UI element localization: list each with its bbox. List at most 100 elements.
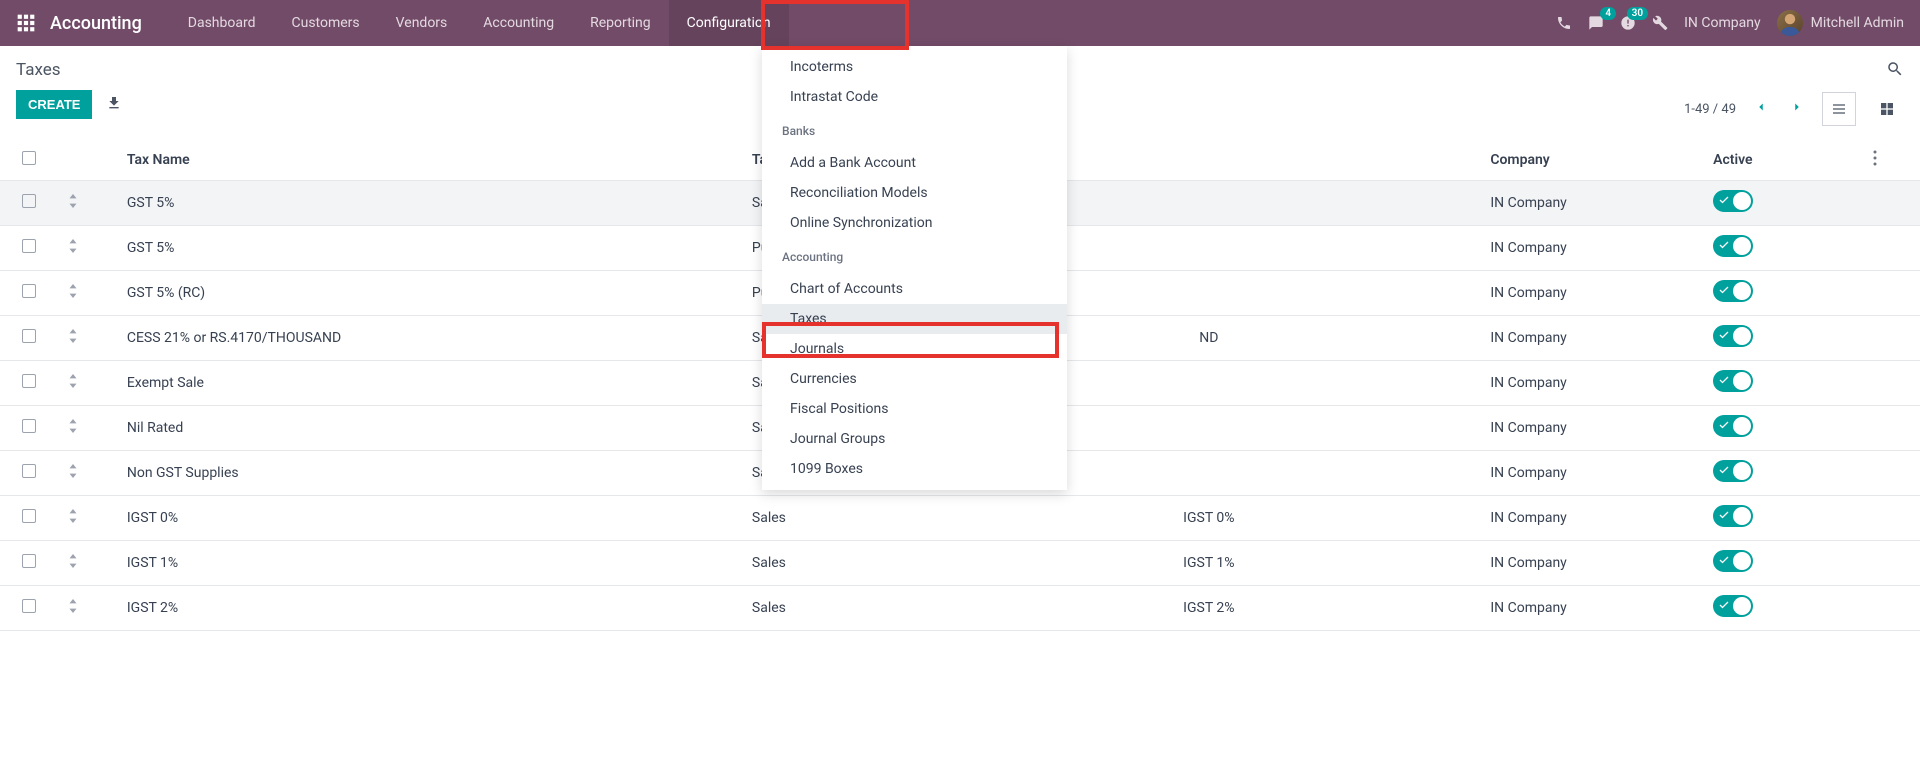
dd-item-online-sync[interactable]: Online Synchronization <box>762 208 1067 238</box>
cell-company: IN Company <box>1482 271 1701 316</box>
row-checkbox[interactable] <box>22 509 36 523</box>
row-checkbox[interactable] <box>22 374 36 388</box>
top-navbar: Accounting Dashboard Customers Vendors A… <box>0 0 1920 46</box>
tools-icon[interactable] <box>1652 15 1668 31</box>
row-checkbox[interactable] <box>22 239 36 253</box>
th-tax-name[interactable]: Tax Name <box>115 140 744 181</box>
cell-tax-name: GST 5% (RC) <box>115 271 744 316</box>
drag-handle-icon[interactable] <box>68 331 78 347</box>
cell-tax-scope: IGST 0% <box>935 496 1482 541</box>
cell-tax-type: Sales <box>744 541 935 586</box>
search-icon[interactable] <box>1886 60 1904 82</box>
row-checkbox[interactable] <box>22 599 36 613</box>
nav-dashboard[interactable]: Dashboard <box>170 0 274 46</box>
drag-handle-icon[interactable] <box>68 601 78 617</box>
cell-company: IN Company <box>1482 181 1701 226</box>
download-icon[interactable] <box>106 95 122 115</box>
messages-icon[interactable]: 4 <box>1588 15 1604 31</box>
row-checkbox[interactable] <box>22 194 36 208</box>
cell-tax-name: IGST 1% <box>115 541 744 586</box>
cell-company: IN Company <box>1482 316 1701 361</box>
dd-item-1099-boxes[interactable]: 1099 Boxes <box>762 454 1067 484</box>
row-checkbox[interactable] <box>22 464 36 478</box>
column-options-icon[interactable] <box>1873 154 1877 170</box>
drag-handle-icon[interactable] <box>68 376 78 392</box>
active-toggle[interactable] <box>1713 505 1753 527</box>
row-checkbox[interactable] <box>22 329 36 343</box>
kanban-view-button[interactable] <box>1870 92 1904 126</box>
create-button[interactable]: CREATE <box>16 90 92 119</box>
dd-item-chart-of-accounts[interactable]: Chart of Accounts <box>762 274 1067 304</box>
nav-menu: Dashboard Customers Vendors Accounting R… <box>170 0 789 46</box>
dd-item-journal-groups[interactable]: Journal Groups <box>762 424 1067 454</box>
activities-icon[interactable]: 30 <box>1620 15 1636 31</box>
apps-icon[interactable] <box>16 13 36 33</box>
cell-tax-name: GST 5% <box>115 181 744 226</box>
dd-item-journals[interactable]: Journals <box>762 334 1067 364</box>
row-checkbox[interactable] <box>22 554 36 568</box>
user-name: Mitchell Admin <box>1811 15 1904 31</box>
dd-item-taxes[interactable]: Taxes <box>762 304 1067 334</box>
cell-tax-scope: IGST 2% <box>935 586 1482 631</box>
dd-item-reconciliation-models[interactable]: Reconciliation Models <box>762 178 1067 208</box>
active-toggle[interactable] <box>1713 370 1753 392</box>
row-checkbox[interactable] <box>22 419 36 433</box>
drag-handle-icon[interactable] <box>68 466 78 482</box>
th-company[interactable]: Company <box>1482 140 1701 181</box>
drag-handle-icon[interactable] <box>68 196 78 212</box>
drag-handle-icon[interactable] <box>68 421 78 437</box>
messages-badge: 4 <box>1600 7 1616 20</box>
drag-handle-icon[interactable] <box>68 511 78 527</box>
active-toggle[interactable] <box>1713 415 1753 437</box>
select-all-checkbox[interactable] <box>22 151 36 165</box>
dd-item-add-bank-account[interactable]: Add a Bank Account <box>762 148 1067 178</box>
dd-header-accounting: Accounting <box>762 244 1067 268</box>
table-row[interactable]: IGST 1%SalesIGST 1%IN Company <box>0 541 1920 586</box>
active-toggle[interactable] <box>1713 190 1753 212</box>
nav-accounting[interactable]: Accounting <box>465 0 572 46</box>
configuration-dropdown: Incoterms Intrastat Code Banks Add a Ban… <box>762 46 1067 490</box>
cell-company: IN Company <box>1482 496 1701 541</box>
pager-next[interactable] <box>1786 96 1808 122</box>
cell-tax-name: IGST 2% <box>115 586 744 631</box>
active-toggle[interactable] <box>1713 235 1753 257</box>
pager-prev[interactable] <box>1750 96 1772 122</box>
drag-handle-icon[interactable] <box>68 286 78 302</box>
cell-tax-name: IGST 0% <box>115 496 744 541</box>
dd-item-intrastat-code[interactable]: Intrastat Code <box>762 82 1067 112</box>
row-checkbox[interactable] <box>22 284 36 298</box>
company-selector[interactable]: IN Company <box>1684 15 1760 31</box>
user-menu[interactable]: Mitchell Admin <box>1777 10 1904 36</box>
nav-vendors[interactable]: Vendors <box>378 0 466 46</box>
breadcrumb: Taxes <box>16 60 122 80</box>
pager-counter[interactable]: 1-49 / 49 <box>1684 102 1736 117</box>
app-brand[interactable]: Accounting <box>50 13 142 34</box>
nav-configuration[interactable]: Configuration <box>669 0 789 46</box>
phone-icon[interactable] <box>1556 15 1572 31</box>
dd-item-fiscal-positions[interactable]: Fiscal Positions <box>762 394 1067 424</box>
cell-tax-name: Exempt Sale <box>115 361 744 406</box>
dd-item-currencies[interactable]: Currencies <box>762 364 1067 394</box>
cell-company: IN Company <box>1482 226 1701 271</box>
active-toggle[interactable] <box>1713 280 1753 302</box>
active-toggle[interactable] <box>1713 325 1753 347</box>
table-row[interactable]: IGST 0%SalesIGST 0%IN Company <box>0 496 1920 541</box>
drag-handle-icon[interactable] <box>68 556 78 572</box>
th-active[interactable]: Active <box>1701 140 1865 181</box>
drag-handle-icon[interactable] <box>68 241 78 257</box>
activities-badge: 30 <box>1627 7 1648 20</box>
cell-company: IN Company <box>1482 541 1701 586</box>
active-toggle[interactable] <box>1713 595 1753 617</box>
dd-item-incoterms[interactable]: Incoterms <box>762 52 1067 82</box>
list-view-button[interactable] <box>1822 92 1856 126</box>
cell-company: IN Company <box>1482 451 1701 496</box>
cell-tax-name: Nil Rated <box>115 406 744 451</box>
cell-company: IN Company <box>1482 406 1701 451</box>
nav-customers[interactable]: Customers <box>274 0 378 46</box>
active-toggle[interactable] <box>1713 550 1753 572</box>
cell-tax-name: CESS 21% or RS.4170/THOUSAND <box>115 316 744 361</box>
active-toggle[interactable] <box>1713 460 1753 482</box>
nav-reporting[interactable]: Reporting <box>572 0 669 46</box>
table-row[interactable]: IGST 2%SalesIGST 2%IN Company <box>0 586 1920 631</box>
cell-tax-type: Sales <box>744 496 935 541</box>
